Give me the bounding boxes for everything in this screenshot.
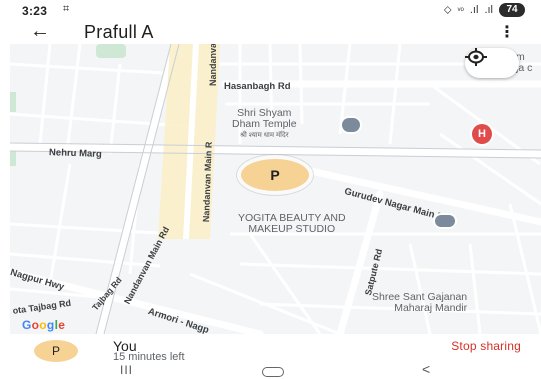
- road-label-nehru-marg: Nehru Marg: [48, 147, 102, 160]
- poi-gajanan-label[interactable]: Shree Sant Gajanan Maharaj Mandir: [372, 292, 467, 314]
- system-nav-bar: III <: [0, 361, 541, 379]
- poi-yogita-label[interactable]: YOGITA BEAUTY AND MAKEUP STUDIO: [238, 213, 346, 235]
- volte-icon: ᵛᵒ: [457, 5, 464, 15]
- home-button[interactable]: [262, 367, 284, 377]
- recents-button[interactable]: III: [120, 363, 133, 377]
- road-label-hasanbagh: Hasanbagh Rd: [224, 81, 291, 92]
- avatar: P: [34, 340, 78, 362]
- more-vertical-icon[interactable]: ⋮: [499, 22, 515, 42]
- status-bar: 3:23 ⌗ ⬦ ᵛᵒ .ıl .ıl 74: [0, 0, 541, 22]
- status-time: 3:23: [22, 4, 48, 18]
- road-label-nandanvan-main-1: Nandanvan Main R: [208, 44, 218, 86]
- google-logo: Google: [22, 318, 66, 332]
- arrow-left-icon[interactable]: ←: [30, 20, 50, 43]
- recenter-button[interactable]: [465, 48, 519, 78]
- temple-icon[interactable]: [342, 118, 360, 132]
- signal-icon: .ıl: [484, 4, 493, 16]
- user-location-marker[interactable]: P: [241, 159, 309, 191]
- app-bar: ← Prafull A ⋮: [0, 20, 541, 44]
- location-icon: ⬦: [443, 3, 452, 16]
- stop-sharing-button[interactable]: Stop sharing: [451, 339, 521, 353]
- screen-cast-icon: ⌗: [63, 3, 70, 15]
- location-share-panel: P You 15 minutes left Stop sharing: [0, 334, 541, 363]
- battery-icon: 74: [499, 3, 525, 17]
- shop-icon[interactable]: [435, 215, 455, 227]
- poi-temple-label[interactable]: Shri Shyam Dham Temple श्री श्याम धाम मं…: [232, 108, 297, 141]
- hospital-icon[interactable]: H: [472, 124, 492, 144]
- page-title: Prafull A: [84, 22, 154, 42]
- recenter-target-icon: [465, 48, 487, 66]
- back-button[interactable]: <: [422, 361, 430, 377]
- map-view[interactable]: Nandanvan Main R Hasanbagh Rd Nehru Marg…: [10, 44, 541, 334]
- status-icons: ⬦ ᵛᵒ .ıl .ıl 74: [444, 3, 525, 17]
- signal-icon: .ıl: [469, 4, 479, 16]
